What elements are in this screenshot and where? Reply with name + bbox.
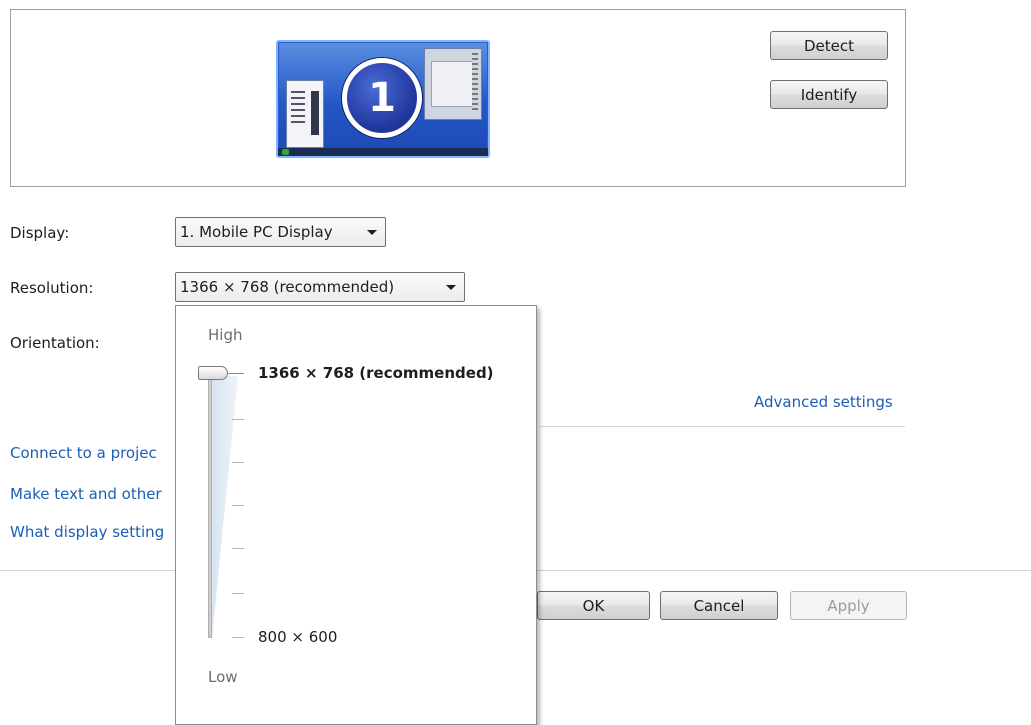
chevron-down-icon [446,285,456,290]
slider-tick [232,419,244,420]
resolution-slider-thumb[interactable] [198,366,228,380]
detect-button[interactable]: Detect [770,31,888,60]
slider-tick [228,373,244,374]
resolution-slider-track[interactable] [208,376,212,638]
resolution-slider-popup: High 1366 × 768 (recommended) 800 × 600 … [175,305,537,725]
slider-tick [232,637,244,638]
display-label: Display: [10,224,70,242]
display-dropdown-value: 1. Mobile PC Display [180,223,333,241]
make-text-larger-link[interactable]: Make text and other [10,485,162,503]
high-label: High [208,326,243,344]
resolution-dropdown[interactable]: 1366 × 768 (recommended) [175,272,465,302]
display-settings-help-link[interactable]: What display setting [10,523,164,541]
apply-button: Apply [790,591,907,620]
divider [540,426,905,427]
mini-window-icon [424,48,482,120]
resolution-dropdown-value: 1366 × 768 (recommended) [180,278,395,296]
slider-tick [232,505,244,506]
min-resolution-label: 800 × 600 [258,628,338,646]
slider-tick [232,462,244,463]
identify-button[interactable]: Identify [770,80,888,109]
low-label: Low [208,668,238,686]
cancel-button[interactable]: Cancel [660,591,778,620]
max-resolution-label: 1366 × 768 (recommended) [258,364,494,382]
slider-tick [232,548,244,549]
chevron-down-icon [367,230,377,235]
monitor-number-badge: 1 [342,58,422,138]
slider-tick [232,593,244,594]
ok-button[interactable]: OK [537,591,650,620]
orientation-label: Orientation: [10,334,100,352]
mini-window-icon [286,80,324,148]
advanced-settings-link[interactable]: Advanced settings [754,393,893,411]
slider-wedge [212,376,238,638]
connect-projector-link[interactable]: Connect to a projec [10,444,157,462]
mini-taskbar [278,148,488,156]
monitor-thumbnail[interactable]: 1 [276,40,490,158]
display-dropdown[interactable]: 1. Mobile PC Display [175,217,386,247]
resolution-label: Resolution: [10,279,94,297]
